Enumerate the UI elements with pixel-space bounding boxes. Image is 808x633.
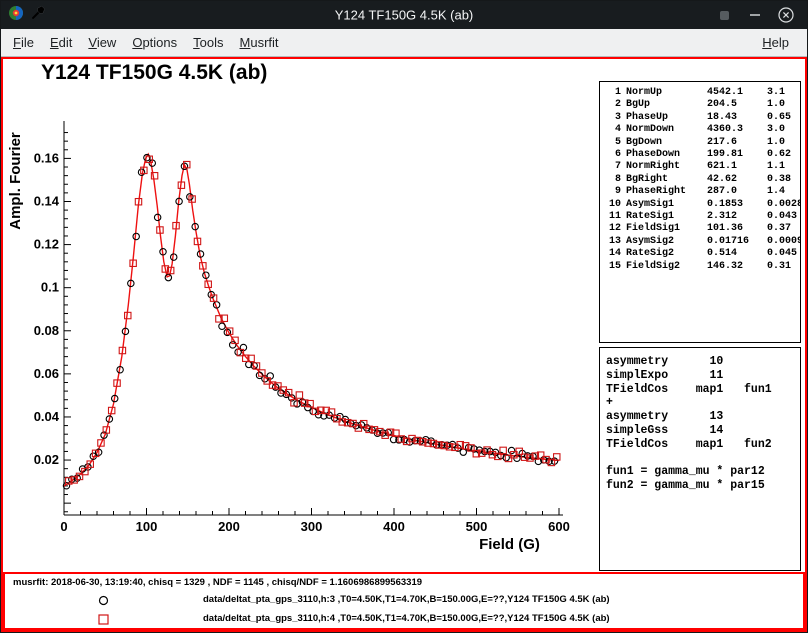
legend-entry-1: data/deltat_pta_gps_3110,h:3 ,T0=4.50K,T…: [5, 592, 803, 609]
titlebar-buttons: [716, 7, 807, 23]
y-axis: 0.02 0.04 0.06 0.08 0.1 0.12 0.14 0.16 Ampl. Fou…: [7, 121, 71, 515]
param-row-bgright: 8BgRight42.620.38: [606, 174, 794, 186]
menubar-left: FileEditViewOptionsToolsMusrfit: [5, 35, 287, 50]
svg-text:0: 0: [60, 519, 67, 534]
fit-info-line: musrfit: 2018-06-30, 13:19:40, chisq = 1…: [13, 577, 422, 588]
svg-text:0.06: 0.06: [34, 366, 59, 381]
window-title: Y124 TF150G 4.5K (ab): [335, 8, 474, 23]
series-2-points: [66, 156, 560, 484]
legend-square-marker: [97, 613, 110, 631]
param-row-phaseup: 3PhaseUp18.430.65: [606, 112, 794, 124]
param-row-phaseright: 9PhaseRight287.01.4: [606, 186, 794, 198]
svg-text:0.04: 0.04: [34, 409, 60, 424]
root-canvas[interactable]: Y124 TF150G 4.5K (ab) 010020030040050060…: [1, 57, 807, 632]
menu-item-tools[interactable]: Tools: [185, 35, 231, 50]
param-row-asymsig2: 13AsymSig20.017160.00098: [606, 236, 794, 248]
tool-hammer-icon: [31, 5, 46, 25]
menu-item-file[interactable]: File: [5, 35, 42, 50]
pin-button[interactable]: [716, 7, 732, 23]
legend-circle-marker: [97, 594, 110, 612]
svg-text:300: 300: [301, 519, 323, 534]
param-row-asymsig1: 10AsymSig10.18530.0028: [606, 199, 794, 211]
param-row-normup: 1NormUp4542.13.1: [606, 87, 794, 99]
svg-text:0.08: 0.08: [34, 323, 59, 338]
legend-entry-2: data/deltat_pta_gps_3110,h:4 ,T0=4.50K,T…: [5, 611, 803, 628]
param-row-normright: 7NormRight621.11.1: [606, 161, 794, 173]
close-button[interactable]: [778, 7, 794, 23]
svg-text:400: 400: [383, 519, 405, 534]
fourier-plot[interactable]: 0 100 200 300 400 500 600 Field (G) 0.02 0.04 0.06…: [3, 59, 603, 574]
menu-item-view[interactable]: View: [80, 35, 124, 50]
param-row-fieldsig2: 15FieldSig2146.320.31: [606, 261, 794, 273]
svg-text:Ampl. Fourier: Ampl. Fourier: [7, 132, 24, 230]
x-axis: 0 100 200 300 400 500 600 Field (G): [60, 508, 569, 553]
titlebar-left-icons: [1, 5, 46, 26]
app-window: Y124 TF150G 4.5K (ab) FileEditViewOption…: [0, 0, 808, 633]
titlebar[interactable]: Y124 TF150G 4.5K (ab): [1, 1, 807, 29]
svg-text:200: 200: [218, 519, 240, 534]
theory-panel: asymmetry 10 simplExpo 11 TFieldCos map1…: [599, 347, 801, 571]
svg-text:600: 600: [548, 519, 570, 534]
theory-text: asymmetry 10 simplExpo 11 TFieldCos map1…: [606, 355, 794, 493]
menu-item-edit[interactable]: Edit: [42, 35, 80, 50]
fit-parameter-panel: 1NormUp4542.13.12BgUp204.51.03PhaseUp18.…: [599, 81, 801, 343]
info-legend-pad: musrfit: 2018-06-30, 13:19:40, chisq = 1…: [3, 572, 805, 630]
param-row-bgup: 2BgUp204.51.0: [606, 99, 794, 111]
svg-text:Field (G): Field (G): [479, 536, 540, 553]
svg-text:100: 100: [136, 519, 158, 534]
param-row-normdown: 4NormDown4360.33.0: [606, 124, 794, 136]
minimize-button[interactable]: [747, 7, 763, 23]
svg-text:0.12: 0.12: [34, 237, 59, 252]
param-row-bgdown: 5BgDown217.61.0: [606, 137, 794, 149]
svg-text:0.02: 0.02: [34, 452, 59, 467]
param-row-phasedown: 6PhaseDown199.810.62: [606, 149, 794, 161]
menu-item-options[interactable]: Options: [124, 35, 185, 50]
legend-label-2: data/deltat_pta_gps_3110,h:4 ,T0=4.50K,T…: [203, 613, 610, 624]
svg-text:0.1: 0.1: [41, 280, 59, 295]
param-row-ratesig2: 14RateSig20.5140.045: [606, 248, 794, 260]
svg-text:0.14: 0.14: [34, 193, 60, 208]
fit-parameter-rows: 1NormUp4542.13.12BgUp204.51.03PhaseUp18.…: [606, 87, 794, 273]
param-row-ratesig1: 11RateSig12.3120.043: [606, 211, 794, 223]
menu-item-musrfit[interactable]: Musrfit: [232, 35, 287, 50]
param-row-fieldsig1: 12FieldSig1101.360.37: [606, 223, 794, 235]
menu-item-help[interactable]: Help: [754, 35, 797, 50]
fit-curve: [64, 154, 559, 486]
menubar: FileEditViewOptionsToolsMusrfit Help: [1, 29, 807, 57]
app-icon: [8, 5, 24, 26]
svg-text:0.16: 0.16: [34, 150, 59, 165]
svg-text:500: 500: [466, 519, 488, 534]
menubar-right: Help: [754, 35, 803, 50]
legend-label-1: data/deltat_pta_gps_3110,h:3 ,T0=4.50K,T…: [203, 594, 610, 605]
